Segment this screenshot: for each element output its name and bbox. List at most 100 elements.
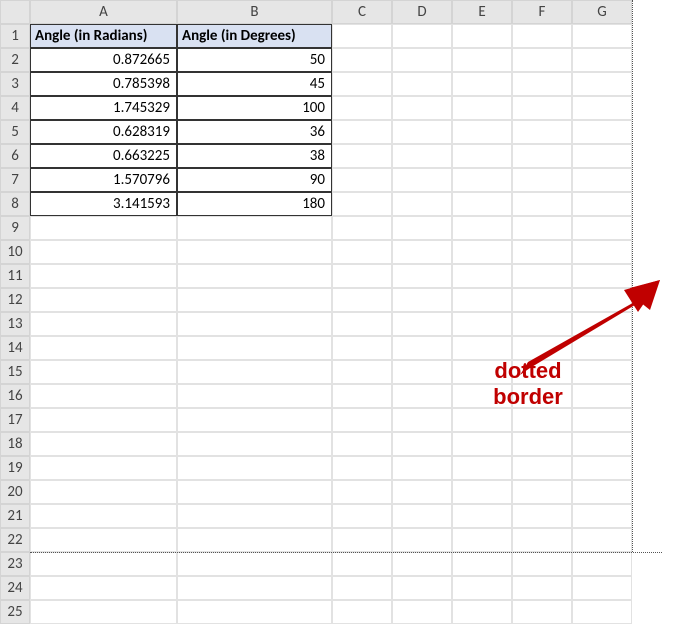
col-header-C[interactable]: C [332, 0, 392, 24]
cell-E14[interactable] [452, 336, 512, 360]
cell-F5[interactable] [512, 120, 572, 144]
cell-D19[interactable] [392, 456, 452, 480]
cell-E6[interactable] [452, 144, 512, 168]
cell-D21[interactable] [392, 504, 452, 528]
cell-A24[interactable] [30, 576, 177, 600]
cell-G8[interactable] [572, 192, 632, 216]
cell-B1[interactable]: Angle (in Degrees) [177, 24, 332, 48]
cell-C1[interactable] [332, 24, 392, 48]
cell-F8[interactable] [512, 192, 572, 216]
cell-F10[interactable] [512, 240, 572, 264]
select-all-corner[interactable] [0, 0, 30, 24]
row-header-17[interactable]: 17 [0, 408, 30, 432]
row-header-18[interactable]: 18 [0, 432, 30, 456]
cell-F3[interactable] [512, 72, 572, 96]
cell-F22[interactable] [512, 528, 572, 552]
cell-B6[interactable]: 38 [177, 144, 332, 168]
cell-B5[interactable]: 36 [177, 120, 332, 144]
cell-C6[interactable] [332, 144, 392, 168]
cell-E13[interactable] [452, 312, 512, 336]
cell-G22[interactable] [572, 528, 632, 552]
cell-E22[interactable] [452, 528, 512, 552]
cell-F1[interactable] [512, 24, 572, 48]
cell-C20[interactable] [332, 480, 392, 504]
cell-C13[interactable] [332, 312, 392, 336]
cell-F15[interactable] [512, 360, 572, 384]
cell-F18[interactable] [512, 432, 572, 456]
cell-B9[interactable] [177, 216, 332, 240]
cell-C7[interactable] [332, 168, 392, 192]
cell-E5[interactable] [452, 120, 512, 144]
cell-C8[interactable] [332, 192, 392, 216]
cell-G1[interactable] [572, 24, 632, 48]
cell-C21[interactable] [332, 504, 392, 528]
row-header-25[interactable]: 25 [0, 600, 30, 624]
cell-C16[interactable] [332, 384, 392, 408]
cell-D8[interactable] [392, 192, 452, 216]
cell-D17[interactable] [392, 408, 452, 432]
cell-G4[interactable] [572, 96, 632, 120]
cell-A17[interactable] [30, 408, 177, 432]
cell-B4[interactable]: 100 [177, 96, 332, 120]
cell-B14[interactable] [177, 336, 332, 360]
cell-E24[interactable] [452, 576, 512, 600]
cell-F20[interactable] [512, 480, 572, 504]
cell-B7[interactable]: 90 [177, 168, 332, 192]
col-header-G[interactable]: G [572, 0, 632, 24]
cell-F25[interactable] [512, 600, 572, 624]
cell-D6[interactable] [392, 144, 452, 168]
cell-E25[interactable] [452, 600, 512, 624]
cell-F9[interactable] [512, 216, 572, 240]
row-header-10[interactable]: 10 [0, 240, 30, 264]
cell-B11[interactable] [177, 264, 332, 288]
cell-B25[interactable] [177, 600, 332, 624]
cell-C14[interactable] [332, 336, 392, 360]
cell-A3[interactable]: 0.785398 [30, 72, 177, 96]
cell-E17[interactable] [452, 408, 512, 432]
row-header-9[interactable]: 9 [0, 216, 30, 240]
cell-A22[interactable] [30, 528, 177, 552]
cell-D10[interactable] [392, 240, 452, 264]
cell-A1[interactable]: Angle (in Radians) [30, 24, 177, 48]
cell-A12[interactable] [30, 288, 177, 312]
row-header-16[interactable]: 16 [0, 384, 30, 408]
cell-E21[interactable] [452, 504, 512, 528]
cell-B12[interactable] [177, 288, 332, 312]
cell-G13[interactable] [572, 312, 632, 336]
cell-A18[interactable] [30, 432, 177, 456]
cell-A4[interactable]: 1.745329 [30, 96, 177, 120]
cell-A8[interactable]: 3.141593 [30, 192, 177, 216]
cell-F21[interactable] [512, 504, 572, 528]
cell-D15[interactable] [392, 360, 452, 384]
col-header-F[interactable]: F [512, 0, 572, 24]
cell-B18[interactable] [177, 432, 332, 456]
cell-E20[interactable] [452, 480, 512, 504]
cell-F6[interactable] [512, 144, 572, 168]
row-header-12[interactable]: 12 [0, 288, 30, 312]
cell-F7[interactable] [512, 168, 572, 192]
cell-F12[interactable] [512, 288, 572, 312]
row-header-2[interactable]: 2 [0, 48, 30, 72]
cell-F23[interactable] [512, 552, 572, 576]
cell-B19[interactable] [177, 456, 332, 480]
row-header-23[interactable]: 23 [0, 552, 30, 576]
cell-D20[interactable] [392, 480, 452, 504]
cell-B2[interactable]: 50 [177, 48, 332, 72]
cell-E7[interactable] [452, 168, 512, 192]
cell-F17[interactable] [512, 408, 572, 432]
row-header-15[interactable]: 15 [0, 360, 30, 384]
row-header-7[interactable]: 7 [0, 168, 30, 192]
cell-A9[interactable] [30, 216, 177, 240]
cell-C9[interactable] [332, 216, 392, 240]
cell-G16[interactable] [572, 384, 632, 408]
cell-C25[interactable] [332, 600, 392, 624]
row-header-8[interactable]: 8 [0, 192, 30, 216]
cell-B16[interactable] [177, 384, 332, 408]
cell-G3[interactable] [572, 72, 632, 96]
cell-D22[interactable] [392, 528, 452, 552]
cell-B22[interactable] [177, 528, 332, 552]
row-header-1[interactable]: 1 [0, 24, 30, 48]
row-header-21[interactable]: 21 [0, 504, 30, 528]
row-header-14[interactable]: 14 [0, 336, 30, 360]
cell-G25[interactable] [572, 600, 632, 624]
